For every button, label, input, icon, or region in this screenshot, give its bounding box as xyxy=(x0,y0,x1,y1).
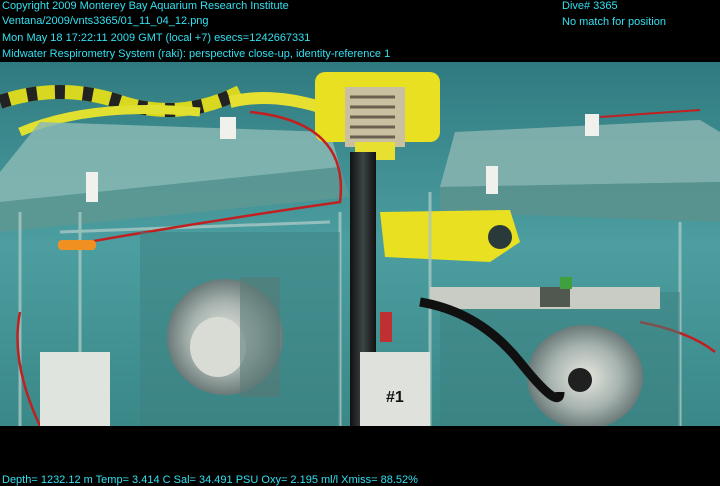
orange-fitting xyxy=(58,240,96,250)
underwater-video-frame: #1 xyxy=(0,62,720,426)
dive-number-text: Dive# 3365 xyxy=(562,0,618,12)
right-chamber xyxy=(430,277,680,426)
position-status-text: No match for position xyxy=(562,16,666,28)
file-path-text: Ventana/2009/vnts3365/01_11_04_12.png xyxy=(2,15,209,27)
left-white-block xyxy=(40,352,110,426)
description-text: Midwater Respirometry System (raki): per… xyxy=(2,48,391,60)
chamber-label: #1 xyxy=(386,389,404,406)
timestamp-text: Mon May 18 17:22:11 2009 GMT (local +7) … xyxy=(2,32,311,44)
left-chamber xyxy=(140,232,340,426)
telemetry-text: Depth= 1232.12 m Temp= 3.414 C Sal= 34.4… xyxy=(2,474,418,486)
copyright-text: Copyright 2009 Monterey Bay Aquarium Res… xyxy=(2,0,289,12)
